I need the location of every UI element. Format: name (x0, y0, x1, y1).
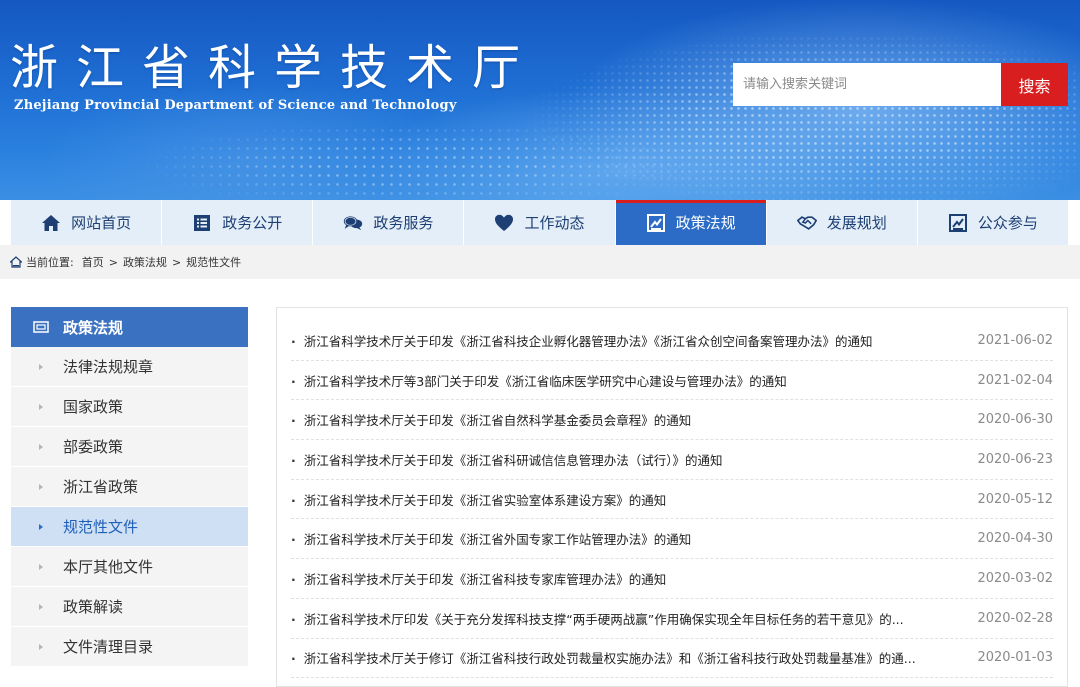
caret-right-icon (39, 443, 43, 450)
nav-item-label: 工作动态 (524, 214, 585, 232)
list-item: 浙江省科学技术厅关于印发《浙江省科技企业孵化器管理办法》《浙江省众创空间备案管理… (291, 321, 1053, 361)
sidebar-header: 政策法规 (11, 307, 248, 347)
policy-icon (646, 213, 666, 233)
sidebar-item-document-cleanup-catalog[interactable]: 文件清理目录 (11, 627, 248, 667)
nav-item-policies[interactable]: 政策法规 (615, 200, 767, 245)
sidebar-item-label: 浙江省政策 (63, 478, 139, 496)
nav-item-public-participation[interactable]: 公众参与 (918, 200, 1068, 245)
document-link[interactable]: 浙江省科学技术厅关于印发《浙江省科技专家库管理办法》的通知 (291, 569, 667, 588)
search-input[interactable] (733, 63, 1001, 106)
location-home-icon (10, 256, 22, 268)
nav-item-label: 政务公开 (222, 214, 283, 232)
breadcrumb: 当前位置: 首页 > 政策法规 > 规范性文件 (0, 245, 1080, 279)
sidebar-item-label: 政策解读 (63, 598, 124, 616)
document-date: 2021-06-02 (977, 332, 1053, 348)
list-item: 浙江省科学技术厅关于印发《浙江省外国专家工作站管理办法》的通知 2020-04-3… (291, 519, 1053, 560)
site-subtitle: Zhejiang Provincial Department of Scienc… (14, 98, 457, 113)
sidebar-item-label: 文件清理目录 (63, 638, 154, 656)
document-date: 2020-03-02 (977, 570, 1053, 586)
caret-right-icon (39, 483, 43, 490)
handshake-icon (796, 213, 817, 233)
nav-item-home[interactable]: 网站首页 (11, 200, 163, 245)
breadcrumb-item-normative-documents[interactable]: 规范性文件 (186, 254, 241, 270)
chat-icon (343, 213, 363, 233)
nav-item-label: 网站首页 (71, 214, 132, 232)
sidebar-item-national-policy[interactable]: 国家政策 (11, 387, 248, 427)
list-item: 浙江省科学技术厅关于印发《浙江省科技专家库管理办法》的通知 2020-03-02 (291, 559, 1053, 599)
sidebar-title: 政策法规 (63, 318, 124, 337)
sidebar-item-label: 规范性文件 (63, 518, 139, 536)
nav-item-government-affairs[interactable]: 政务公开 (162, 200, 314, 245)
nav-item-label: 公众参与 (977, 214, 1038, 232)
list-item: 浙江省科学技术厅关于印发《浙江省自然科学基金委员会章程》的通知 2020-06-3… (291, 400, 1053, 441)
document-date: 2020-02-28 (977, 610, 1053, 626)
folder-icon (33, 321, 49, 333)
document-link[interactable]: 浙江省科学技术厅关于印发《浙江省科技企业孵化器管理办法》《浙江省众创空间备案管理… (291, 331, 873, 350)
heart-icon (494, 213, 514, 233)
document-date: 2020-06-30 (977, 412, 1053, 428)
nav-item-government-services[interactable]: 政务服务 (313, 200, 465, 245)
sidebar-item-label: 国家政策 (63, 398, 124, 416)
sidebar-item-label: 法律法规规章 (63, 358, 154, 376)
sidebar-item-laws-regulations[interactable]: 法律法规规章 (11, 347, 248, 387)
list-item: 浙江省科学技术厅关于印发《浙江省实验室体系建设方案》的通知 2020-05-12 (291, 480, 1053, 520)
caret-right-icon (39, 603, 43, 610)
list-item: 浙江省科学技术厅等3部门关于印发《浙江省临床医学研究中心建设与管理办法》的通知 2… (291, 361, 1053, 401)
document-date: 2021-02-04 (977, 372, 1053, 388)
breadcrumb-item-policies[interactable]: 政策法规 (123, 254, 167, 270)
sidebar-item-label: 本厅其他文件 (63, 558, 154, 576)
sidebar-item-zhejiang-policy[interactable]: 浙江省政策 (11, 467, 248, 507)
document-date: 2020-06-23 (977, 451, 1053, 467)
document-link[interactable]: 浙江省科学技术厅关于印发《浙江省科研诚信信息管理办法（试行）》的通知 (291, 450, 723, 469)
nav-item-label: 政务服务 (373, 214, 434, 232)
nav-item-label: 发展规划 (826, 214, 887, 232)
document-link[interactable]: 浙江省科学技术厅印发《关于充分发挥科技支撑“两手硬两战赢”作用确保实现全年目标任… (291, 609, 904, 628)
sidebar: 政策法规 法律法规规章 国家政策 部委政策 浙江省政策 规范性文件 本厅其他文件… (11, 307, 248, 667)
site-title[interactable]: 浙江省科学技术厅 (10, 28, 538, 98)
document-date: 2020-01-03 (977, 650, 1053, 666)
document-link[interactable]: 浙江省科学技术厅关于印发《浙江省外国专家工作站管理办法》的通知 (291, 529, 692, 548)
document-date: 2020-04-30 (977, 531, 1053, 547)
search-button[interactable]: 搜索 (1001, 63, 1068, 106)
site-banner: 浙江省科学技术厅 Zhejiang Provincial Department … (0, 0, 1080, 200)
document-link[interactable]: 浙江省科学技术厅关于印发《浙江省自然科学基金委员会章程》的通知 (291, 410, 692, 429)
sidebar-item-policy-interpretation[interactable]: 政策解读 (11, 587, 248, 627)
home-icon (41, 213, 61, 233)
breadcrumb-item-home[interactable]: 首页 (82, 254, 104, 270)
sidebar-item-normative-documents[interactable]: 规范性文件 (11, 507, 248, 547)
document-date: 2020-05-12 (977, 491, 1053, 507)
caret-right-icon (39, 403, 43, 410)
document-link[interactable]: 浙江省科学技术厅关于印发《浙江省实验室体系建设方案》的通知 (291, 490, 667, 509)
breadcrumb-prefix: 当前位置: (26, 256, 74, 269)
caret-right-icon (39, 643, 43, 650)
nav-item-development-planning[interactable]: 发展规划 (767, 200, 918, 245)
list-item: 浙江省科学技术厅关于修订《浙江省科技行政处罚裁量权实施办法》和《浙江省科技行政处… (291, 639, 1053, 679)
list-item: 浙江省科学技术厅印发《关于充分发挥科技支撑“两手硬两战赢”作用确保实现全年目标任… (291, 599, 1053, 639)
list-item: 浙江省科学技术厅关于印发《浙江省科研诚信信息管理办法（试行）》的通知 2020-0… (291, 440, 1053, 480)
sidebar-item-ministry-policy[interactable]: 部委政策 (11, 427, 248, 467)
nav-item-label: 政策法规 (675, 214, 736, 232)
document-link[interactable]: 浙江省科学技术厅关于修订《浙江省科技行政处罚裁量权实施办法》和《浙江省科技行政处… (291, 648, 916, 667)
breadcrumb-separator: > (171, 255, 182, 269)
participation-icon (948, 213, 968, 233)
document-link[interactable]: 浙江省科学技术厅等3部门关于印发《浙江省临床医学研究中心建设与管理办法》的通知 (291, 371, 787, 390)
list-icon (192, 213, 212, 233)
nav-item-work-news[interactable]: 工作动态 (464, 200, 616, 245)
sidebar-item-other-documents[interactable]: 本厅其他文件 (11, 547, 248, 587)
breadcrumb-separator: > (108, 255, 118, 269)
caret-right-icon (39, 363, 43, 370)
sidebar-item-label: 部委政策 (63, 438, 124, 456)
caret-right-icon (39, 523, 43, 530)
document-list: 浙江省科学技术厅关于印发《浙江省科技企业孵化器管理办法》《浙江省众创空间备案管理… (276, 307, 1068, 687)
caret-right-icon (39, 563, 43, 570)
main-nav: 网站首页 政务公开 政务服务 工作动态 政策法规 发展规划 公众参与 (11, 200, 1068, 245)
